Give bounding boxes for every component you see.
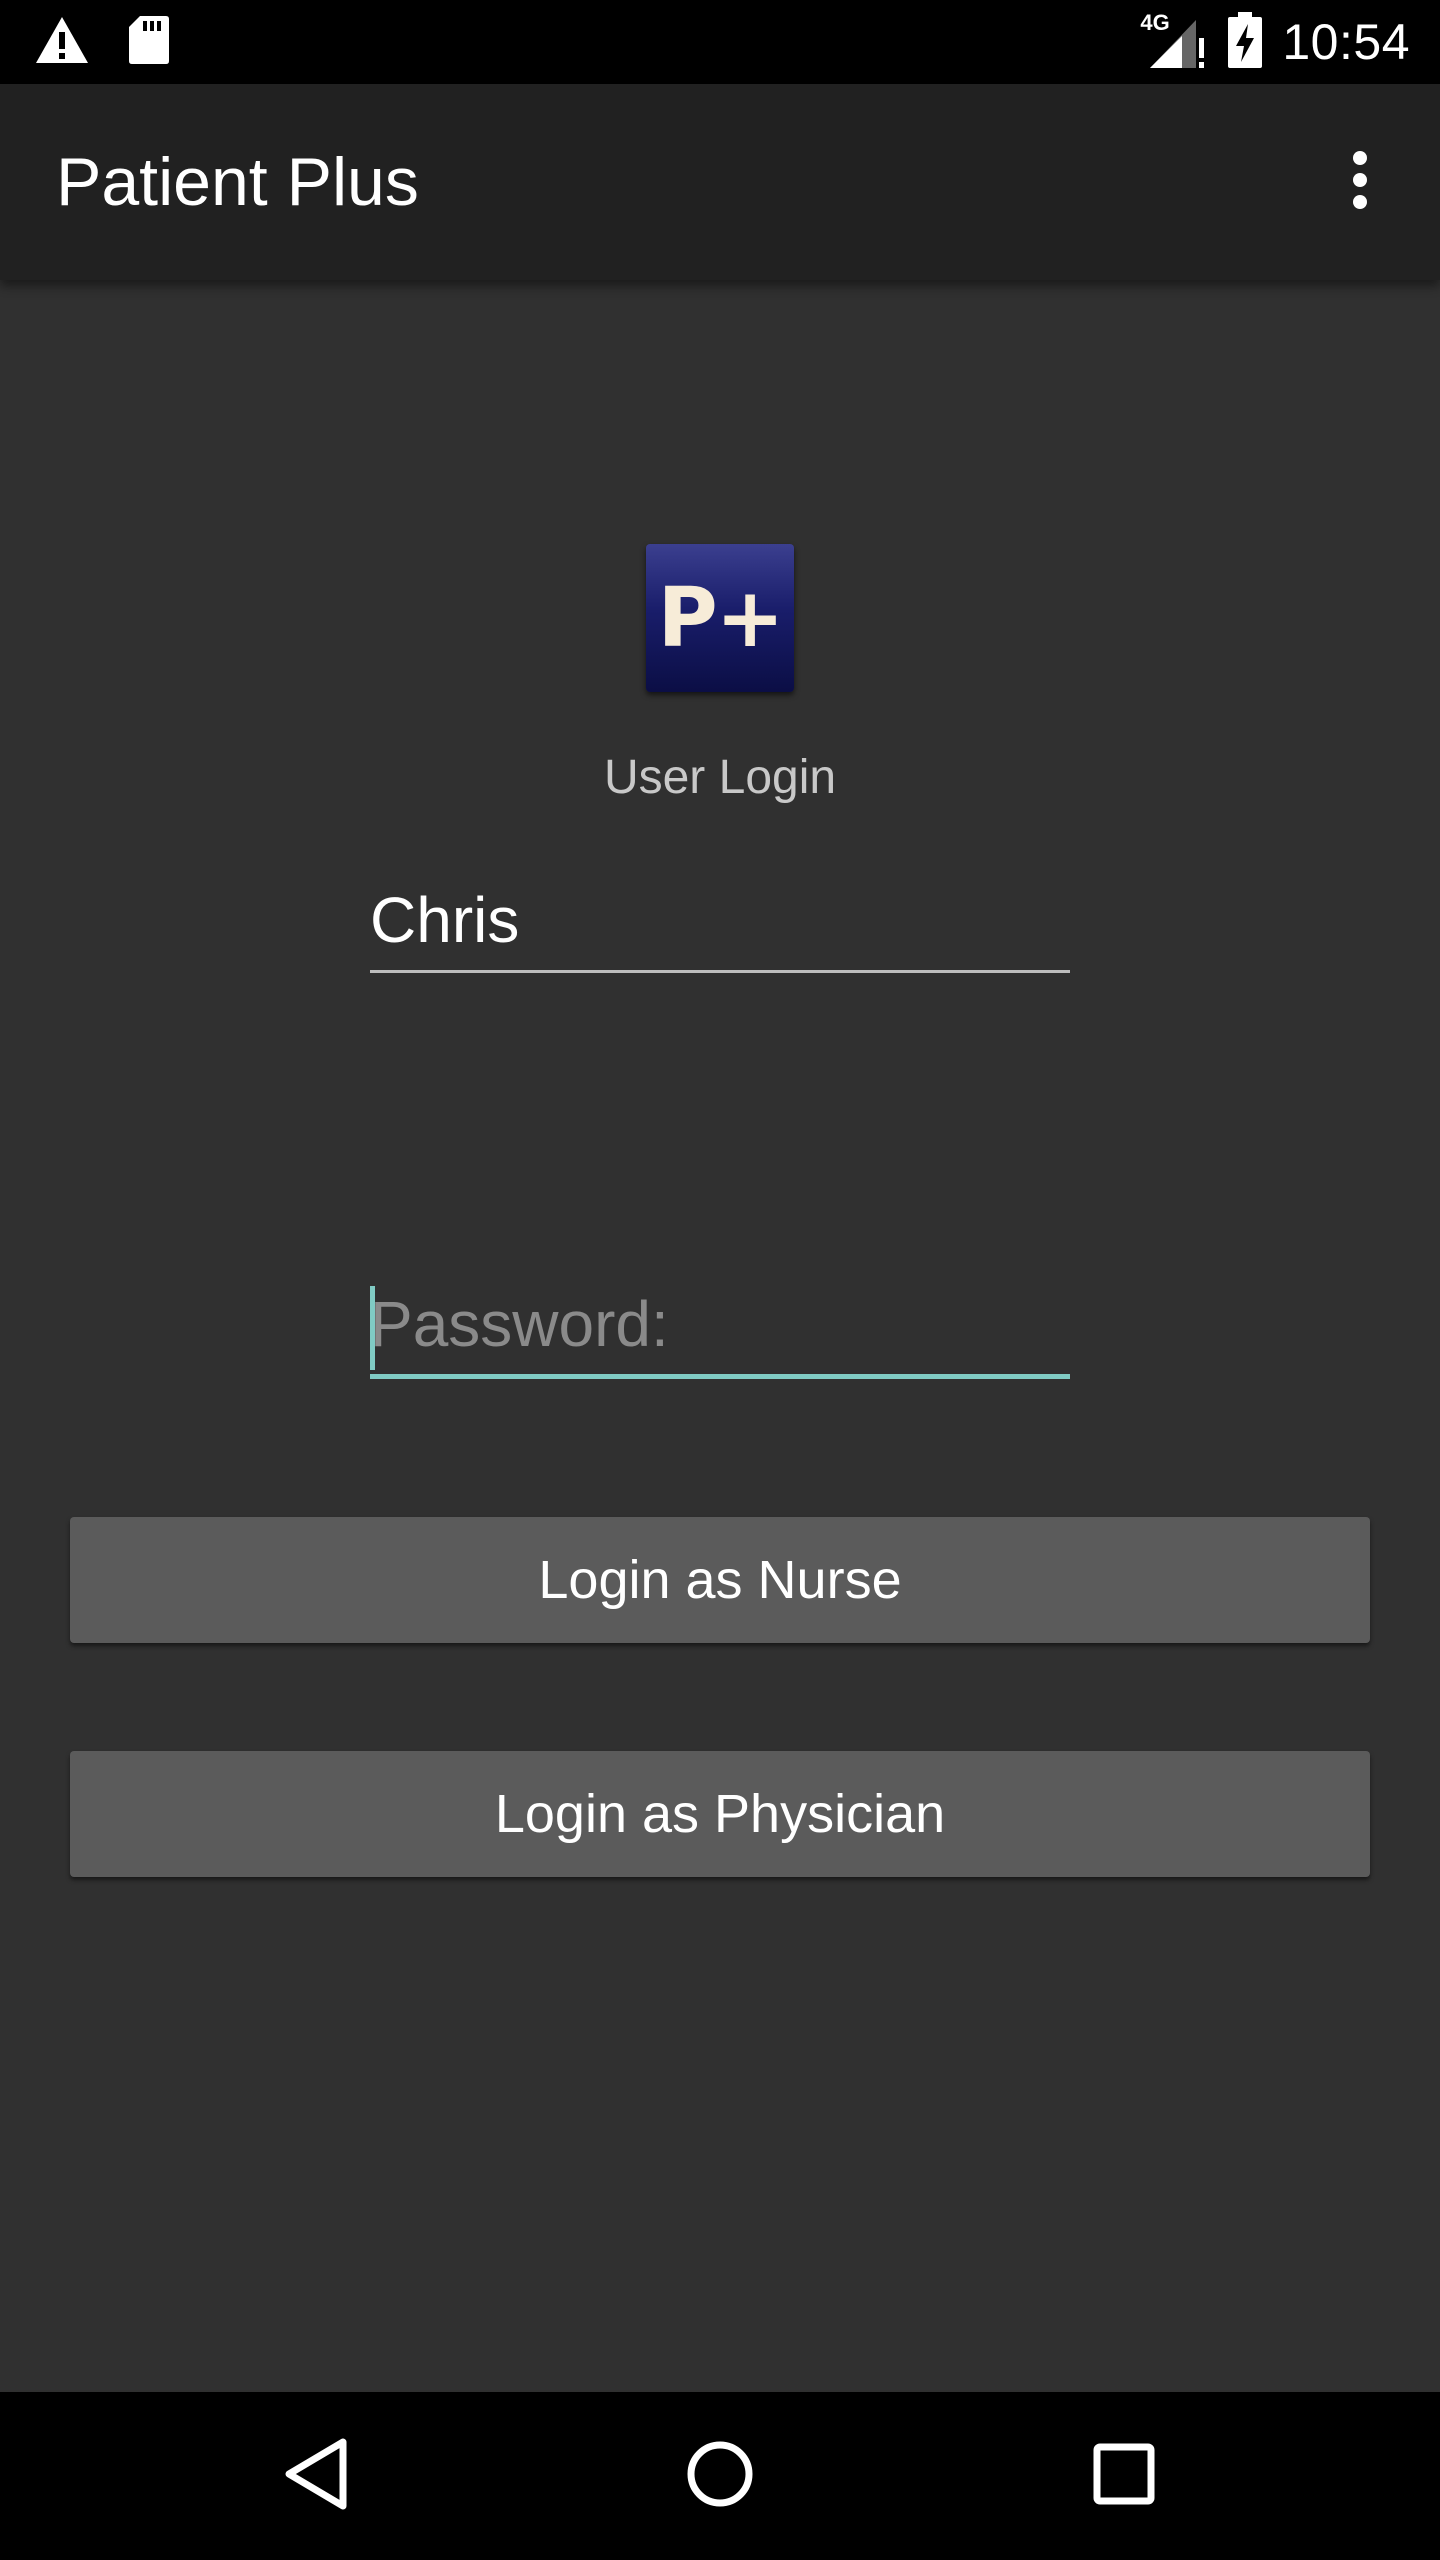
recents-icon	[1092, 2442, 1156, 2510]
password-underline	[370, 1374, 1070, 1379]
nav-recents-button[interactable]	[1074, 2426, 1174, 2526]
sd-card-icon	[128, 15, 170, 69]
nav-back-button[interactable]	[266, 2426, 366, 2526]
back-icon	[281, 2436, 351, 2516]
username-underline	[370, 970, 1070, 973]
username-input[interactable]	[370, 870, 1070, 970]
overflow-menu-button[interactable]	[1310, 132, 1410, 232]
password-field-container	[370, 1274, 1070, 1379]
signal-icon: 4G	[1140, 10, 1208, 72]
home-icon	[684, 2438, 756, 2514]
password-input[interactable]	[370, 1274, 1070, 1374]
navigation-bar	[0, 2392, 1440, 2560]
status-right-icons: 4G 10:54	[1140, 10, 1410, 74]
user-login-heading: User Login	[603, 751, 837, 804]
status-time: 10:54	[1282, 14, 1410, 70]
status-bar: 4G 10:54	[0, 0, 1440, 84]
login-as-physician-button[interactable]: Login as Physician	[70, 1751, 1370, 1877]
app-bar: Patient Plus	[0, 84, 1440, 280]
warning-icon	[34, 15, 90, 69]
text-cursor	[370, 1286, 375, 1370]
app-title: Patient Plus	[56, 144, 419, 220]
status-left-icons	[34, 14, 170, 70]
login-as-nurse-button[interactable]: Login as Nurse	[70, 1517, 1370, 1643]
app-logo: P+	[646, 544, 794, 692]
login-content: P+ User Login Login as Nurse Login as Ph…	[0, 280, 1440, 2392]
nav-home-button[interactable]	[670, 2426, 770, 2526]
overflow-menu-icon	[1350, 150, 1370, 214]
username-field-container	[370, 870, 1070, 973]
network-type-label: 4G	[1140, 10, 1170, 35]
battery-charging-icon	[1228, 12, 1263, 72]
